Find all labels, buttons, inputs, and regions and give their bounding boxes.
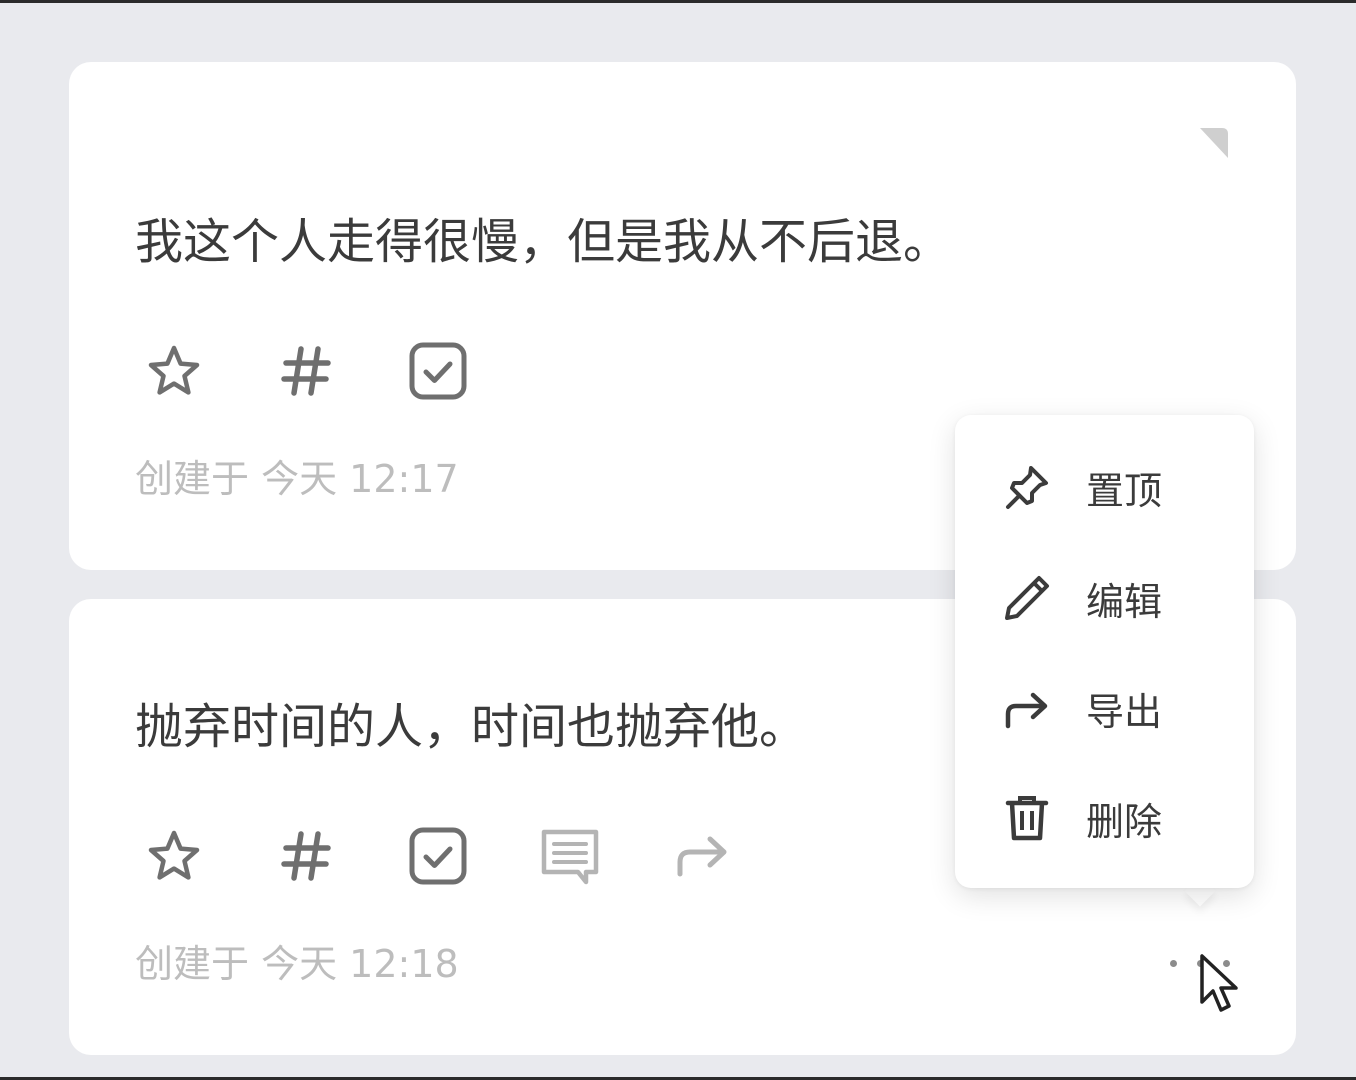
note-context-menu: 置顶 编辑 导出 删除 — [955, 415, 1254, 888]
star-button[interactable] — [139, 821, 209, 891]
pencil-icon — [1001, 572, 1053, 624]
trash-icon — [1001, 792, 1053, 844]
menu-item-edit[interactable]: 编辑 — [955, 553, 1254, 643]
note-text: 抛弃时间的人，时间也抛弃他。 — [135, 699, 808, 755]
menu-item-pin[interactable]: 置顶 — [955, 442, 1254, 532]
created-timestamp: 创建于 今天 12:18 — [135, 942, 459, 986]
todo-button[interactable] — [403, 336, 473, 406]
export-arrow-icon — [1001, 682, 1053, 734]
menu-item-label: 删除 — [1086, 799, 1163, 844]
menu-item-export[interactable]: 导出 — [955, 663, 1254, 753]
corner-fold-icon — [1200, 128, 1228, 158]
comment-icon — [541, 829, 599, 885]
checkbox-icon — [409, 827, 467, 885]
note-text: 我这个人走得很慢，但是我从不后退。 — [135, 214, 952, 270]
dot-icon — [1170, 959, 1177, 967]
star-icon — [148, 345, 200, 395]
pin-icon — [1001, 461, 1053, 513]
share-button[interactable] — [667, 821, 737, 891]
tag-button[interactable] — [271, 821, 341, 891]
star-icon — [148, 830, 200, 880]
menu-item-delete[interactable]: 删除 — [955, 773, 1254, 863]
comment-button[interactable] — [535, 821, 605, 891]
star-button[interactable] — [139, 336, 209, 406]
window-top-border — [0, 0, 1356, 3]
note-actions — [139, 336, 535, 406]
menu-item-label: 置顶 — [1086, 468, 1163, 513]
tag-button[interactable] — [271, 336, 341, 406]
hashtag-icon — [281, 346, 331, 396]
share-icon — [677, 836, 727, 877]
note-actions — [139, 821, 799, 891]
menu-item-label: 编辑 — [1086, 579, 1163, 624]
hashtag-icon — [281, 831, 331, 881]
menu-item-label: 导出 — [1086, 689, 1163, 734]
created-timestamp: 创建于 今天 12:17 — [135, 457, 459, 501]
todo-button[interactable] — [403, 821, 473, 891]
checkbox-icon — [409, 342, 467, 400]
mouse-cursor-icon — [1200, 954, 1238, 1012]
